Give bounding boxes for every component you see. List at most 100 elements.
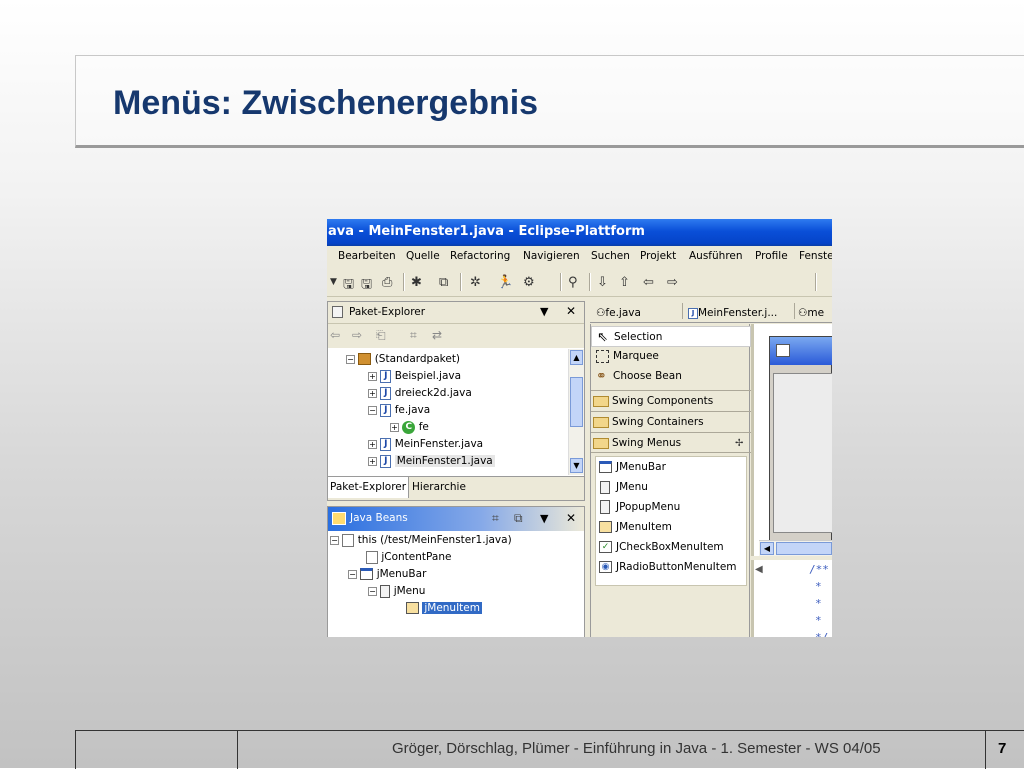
tree-item-label: (Standardpaket) xyxy=(374,353,461,365)
run-icon[interactable]: 🏃 xyxy=(497,275,513,290)
class-icon: C xyxy=(402,420,416,434)
tree-item[interactable]: − jMenu xyxy=(368,583,425,600)
scroll-thumb[interactable] xyxy=(776,542,832,555)
previous-annotation-icon[interactable]: ⇧ xyxy=(619,275,630,290)
java-beans-header: Java Beans ⌗ ⧉ ▼ ✕ xyxy=(328,507,584,531)
expander-icon[interactable]: + xyxy=(368,439,377,449)
palette-tool-marquee[interactable]: Marquee xyxy=(591,346,751,367)
expander-icon[interactable]: + xyxy=(390,422,399,432)
tab-package-explorer[interactable]: Paket-Explorer xyxy=(328,477,410,498)
back-icon[interactable]: ⇦ xyxy=(643,275,654,290)
palette-category[interactable]: Swing Containers xyxy=(591,411,751,432)
code-line: */ xyxy=(815,631,828,637)
tree-item[interactable]: + J dreieck2d.java xyxy=(368,385,472,402)
footer-cell xyxy=(985,731,986,769)
bean-file-icon: ⚇ xyxy=(798,307,808,319)
expander-icon[interactable]: + xyxy=(368,456,377,466)
palette-item[interactable]: ◉ JRadioButtonMenuItem xyxy=(595,557,745,578)
scroll-down-icon[interactable]: ▼ xyxy=(570,458,583,473)
tree-item[interactable]: − (Standardpaket) xyxy=(346,351,460,368)
code-line: * xyxy=(815,580,822,593)
expander-icon[interactable]: − xyxy=(368,586,377,596)
back-icon[interactable]: ⇦ xyxy=(330,328,340,342)
tree-item[interactable]: − J fe.java xyxy=(368,402,430,419)
jframe-content-pane[interactable] xyxy=(773,373,832,533)
close-icon[interactable]: ✕ xyxy=(566,304,576,318)
menu-item[interactable]: Bearbeiten xyxy=(338,250,396,262)
expander-icon[interactable]: + xyxy=(368,388,377,398)
expander-icon[interactable]: + xyxy=(368,371,377,381)
close-icon[interactable]: ✕ xyxy=(566,511,576,525)
palette-item-label: JRadioButtonMenuItem xyxy=(616,561,737,573)
expander-icon[interactable]: − xyxy=(368,405,377,415)
palette-item[interactable]: JMenuItem xyxy=(595,517,745,538)
palette-item[interactable]: JMenuBar xyxy=(595,457,745,478)
tree-item[interactable]: − this (/test/MeinFenster1.java) xyxy=(330,532,512,549)
tree-item[interactable]: + J MeinFenster1.java xyxy=(368,453,495,470)
external-tools-icon[interactable]: ⚙ xyxy=(523,275,535,290)
print-icon[interactable]: ⎙ xyxy=(382,275,392,290)
package-explorer-tabs: Paket-Explorer Hierarchie xyxy=(328,476,584,500)
tree-item-label: jContentPane xyxy=(381,551,452,563)
save-all-icon[interactable]: 🖫 xyxy=(361,275,372,297)
tab-hierarchy[interactable]: Hierarchie xyxy=(412,477,466,498)
expander-icon[interactable]: − xyxy=(346,354,355,364)
palette: ⇖ Selection Marquee ⚭ Choose Bean Swing Co… xyxy=(590,324,751,637)
java-beans-panel: Java Beans ⌗ ⧉ ▼ ✕ − this (/test/MeinFen… xyxy=(327,506,585,637)
up-icon[interactable]: ⎗ xyxy=(376,328,386,343)
scroll-thumb[interactable] xyxy=(570,377,583,427)
next-annotation-icon[interactable]: ⇩ xyxy=(597,275,608,290)
menu-item[interactable]: Fenste xyxy=(799,250,832,262)
palette-item[interactable]: JPopupMenu xyxy=(595,497,745,518)
collapse-all-icon[interactable]: ⌗ xyxy=(492,511,499,526)
menu-item[interactable]: Navigieren xyxy=(523,250,580,262)
palette-tool-choose-bean[interactable]: ⚭ Choose Bean xyxy=(591,366,751,387)
menu-item[interactable]: Profile xyxy=(755,250,788,262)
menu-item[interactable]: Projekt xyxy=(640,250,676,262)
palette-category[interactable]: Swing Menus ✢ xyxy=(591,432,751,453)
java-file-icon: J xyxy=(380,403,392,417)
tree-item[interactable]: + J Beispiel.java xyxy=(368,368,461,385)
palette-tool-selection[interactable]: ⇖ Selection xyxy=(591,326,751,347)
tree-item[interactable]: jContentPane xyxy=(366,549,451,566)
jframe-preview[interactable] xyxy=(769,336,832,542)
pin-icon[interactable]: ✢ xyxy=(735,433,743,454)
collapse-all-icon[interactable]: ⌗ xyxy=(410,328,417,343)
expander-icon[interactable]: − xyxy=(348,569,357,579)
expander-icon[interactable]: − xyxy=(330,535,339,545)
tree-item[interactable]: + J MeinFenster.java xyxy=(368,436,483,453)
menu-item[interactable]: Suchen xyxy=(591,250,630,262)
palette-category[interactable]: Swing Components xyxy=(591,390,751,411)
tab-editor[interactable]: J MeinFenster.j... xyxy=(688,303,777,323)
horizontal-scrollbar[interactable]: ◀ xyxy=(759,540,832,556)
menu-item[interactable]: Refactoring xyxy=(450,250,510,262)
menu-item[interactable]: Quelle xyxy=(406,250,440,262)
bean-icon: ⚭ xyxy=(596,369,607,384)
forward-icon[interactable]: ⇨ xyxy=(352,328,362,342)
scroll-left-icon[interactable]: ◀ xyxy=(760,542,774,555)
source-code[interactable]: /** * * * */ xyxy=(751,560,832,637)
dropdown-arrow-icon[interactable]: ▼ xyxy=(330,277,337,287)
palette-item[interactable]: JMenu xyxy=(595,477,745,498)
vertical-scrollbar[interactable]: ▲ ▼ xyxy=(568,349,584,475)
palette-item[interactable]: ✓ JCheckBoxMenuItem xyxy=(595,537,745,558)
tab-editor[interactable]: ⚇fe.java xyxy=(596,303,641,323)
open-type-icon[interactable]: ⧉ xyxy=(439,275,448,290)
tab-editor[interactable]: ⚇me xyxy=(798,303,824,323)
search-icon[interactable]: ⚲ xyxy=(568,275,578,290)
view-menu-icon[interactable]: ▼ xyxy=(540,305,548,318)
scroll-up-icon[interactable]: ▲ xyxy=(570,350,583,365)
view-menu-icon[interactable]: ▼ xyxy=(540,512,548,525)
new-window-icon[interactable]: ⧉ xyxy=(514,511,523,526)
menu-item[interactable]: Ausführen xyxy=(689,250,743,262)
tree-item[interactable]: + C fe xyxy=(390,419,429,436)
tree-item[interactable]: − jMenuBar xyxy=(348,566,426,583)
tree-item[interactable]: jMenuItem xyxy=(406,600,482,617)
toolbar: ▼ 🖫 🖫 ⎙ ✱ ⧉ ✲ 🏃 ⚙ ⚲ ⇩ ⇧ ⇦ ⇨ xyxy=(327,267,832,297)
link-editor-icon[interactable]: ⇄ xyxy=(432,328,442,342)
debug-icon[interactable]: ✲ xyxy=(470,275,481,290)
save-icon[interactable]: 🖫 xyxy=(343,275,354,297)
palette-tool-label: Choose Bean xyxy=(613,370,682,382)
new-wizard-icon[interactable]: ✱ xyxy=(411,275,422,290)
forward-icon[interactable]: ⇨ xyxy=(667,275,678,290)
